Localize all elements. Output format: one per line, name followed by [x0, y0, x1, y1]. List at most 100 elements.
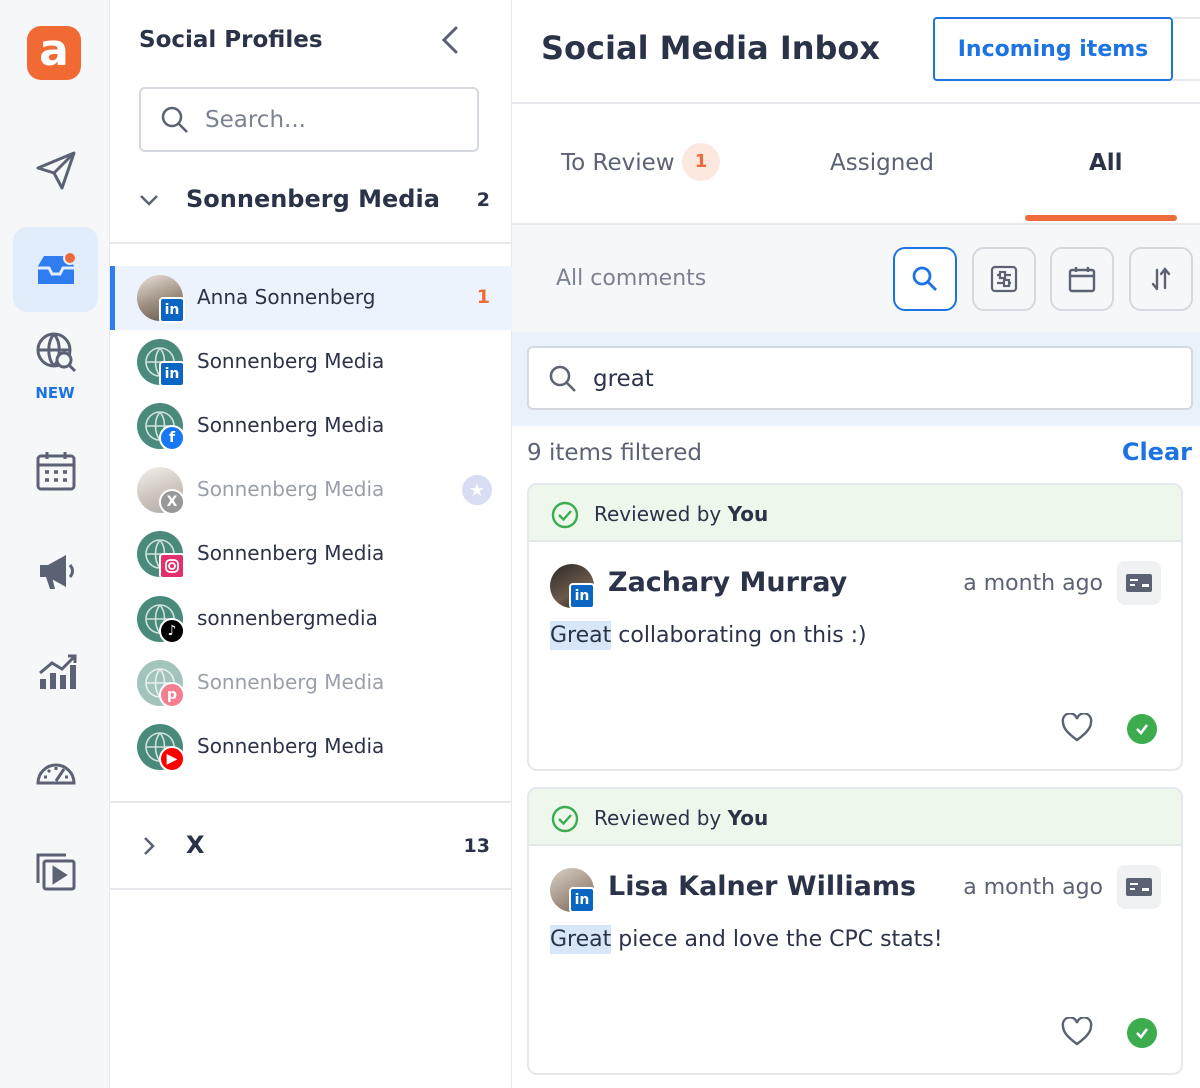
profile-name: Anna Sonnenberg — [197, 285, 376, 309]
heart-icon[interactable] — [1061, 1017, 1093, 1047]
profile-name: Sonnenberg Media — [197, 670, 385, 694]
profile-group-x[interactable]: X 13 — [110, 817, 512, 877]
group-count: 13 — [463, 835, 490, 857]
profile-item-linkedin[interactable]: in Sonnenberg Media — [110, 330, 512, 394]
profile-name: Sonnenberg Media — [197, 413, 385, 437]
review-status-text: Reviewed by You — [594, 806, 769, 830]
profile-item-pinterest[interactable]: p Sonnenberg Media — [110, 651, 512, 715]
calendar-icon — [1068, 267, 1096, 293]
comment-author[interactable]: Lisa Kalner Williams — [608, 871, 916, 902]
profile-search-field — [139, 87, 479, 152]
group-name: Sonnenberg Media — [186, 185, 440, 213]
filter-toolbar: All comments — [512, 225, 1200, 332]
listening-nav-icon[interactable] — [13, 322, 98, 382]
chevron-right-icon — [144, 837, 155, 855]
date-filter-button[interactable] — [1050, 247, 1114, 311]
comment-text: Great piece and love the CPC stats! — [550, 925, 943, 954]
profile-item-facebook[interactable]: f Sonnenberg Media — [110, 394, 512, 458]
check-circle-icon — [551, 501, 579, 529]
reviewed-check-icon[interactable] — [1127, 1018, 1157, 1048]
comment-search-field — [527, 346, 1193, 410]
profile-item-youtube[interactable]: ▶ Sonnenberg Media — [110, 715, 512, 779]
sort-button[interactable] — [1129, 247, 1193, 311]
active-tab-indicator — [1025, 215, 1177, 221]
search-icon — [549, 365, 576, 392]
search-toggle-button[interactable] — [893, 247, 957, 311]
group-name: X — [186, 831, 205, 859]
calendar-nav-icon[interactable] — [13, 428, 98, 513]
avatar: ▶ — [137, 724, 185, 772]
profile-item-tiktok[interactable]: ♪ sonnenbergmedia — [110, 587, 512, 651]
analytics-nav-icon[interactable] — [13, 628, 98, 713]
to-review-badge: 1 — [682, 143, 720, 181]
main-nav-rail: a NEW — [0, 0, 110, 1088]
social-profiles-panel: Social Profiles Sonnenberg Media 2 in An… — [110, 0, 512, 1088]
divider — [110, 242, 512, 244]
dashboard-nav-icon[interactable] — [13, 728, 98, 813]
divider — [110, 888, 512, 890]
incoming-items-button[interactable]: Incoming items — [933, 17, 1173, 81]
review-status-text: Reviewed by You — [594, 502, 769, 526]
new-feature-label: NEW — [35, 384, 75, 402]
tab-assigned[interactable]: Assigned — [830, 150, 934, 176]
avatar: X — [137, 467, 185, 515]
comment-search-input[interactable] — [593, 360, 1153, 398]
publish-nav-icon[interactable] — [13, 127, 98, 212]
profile-item-anna-linkedin[interactable]: in Anna Sonnenberg 1 — [110, 266, 512, 330]
comment-filter-label[interactable]: All comments — [556, 266, 706, 291]
campaigns-nav-icon[interactable] — [13, 528, 98, 613]
profile-search-input[interactable] — [205, 101, 465, 139]
filter-settings-button[interactable] — [972, 247, 1036, 311]
media-library-nav-icon[interactable] — [13, 828, 98, 913]
next-button-edge[interactable] — [1172, 17, 1200, 81]
collapse-panel-button[interactable] — [436, 22, 466, 58]
avatar: ♪ — [137, 596, 185, 644]
avatar: in — [550, 868, 595, 913]
review-status-bar: Reviewed by You — [529, 485, 1181, 542]
divider — [512, 102, 1200, 104]
sliders-icon — [990, 265, 1018, 293]
heart-icon[interactable] — [1061, 713, 1093, 743]
star-icon[interactable]: ★ — [462, 475, 492, 505]
details-card-icon[interactable] — [1117, 865, 1161, 909]
comment-author[interactable]: Zachary Murray — [608, 567, 847, 598]
profile-name: sonnenbergmedia — [197, 606, 378, 630]
avatar: in — [137, 275, 185, 323]
pinterest-icon: p — [159, 682, 185, 708]
inbox-nav-icon[interactable] — [13, 227, 98, 312]
comment-time: a month ago — [963, 875, 1103, 900]
inbox-main: Social Media Inbox Incoming items To Rev… — [512, 0, 1200, 1088]
facebook-icon: f — [159, 425, 185, 451]
comment-search-strip — [512, 332, 1200, 426]
app-logo[interactable]: a — [27, 26, 81, 80]
comment-card[interactable]: Reviewed by You in Zachary Murray a mont… — [527, 483, 1183, 771]
review-status-bar: Reviewed by You — [529, 789, 1181, 846]
profile-name: Sonnenberg Media — [197, 734, 385, 758]
details-card-icon[interactable] — [1117, 561, 1161, 605]
comment-card[interactable]: Reviewed by You in Lisa Kalner Williams … — [527, 787, 1183, 1075]
instagram-icon — [159, 553, 185, 579]
tab-all[interactable]: All — [1089, 150, 1123, 176]
tiktok-icon: ♪ — [159, 618, 185, 644]
avatar: f — [137, 403, 185, 451]
search-icon — [912, 266, 937, 291]
profile-item-x[interactable]: X Sonnenberg Media ★ — [110, 458, 512, 522]
avatar: in — [550, 564, 595, 609]
tab-to-review[interactable]: To Review — [561, 150, 675, 176]
profiles-title: Social Profiles — [139, 27, 323, 53]
clear-filter-link[interactable]: Clear — [1122, 438, 1192, 466]
profile-name: Sonnenberg Media — [197, 477, 385, 501]
sort-icon — [1151, 267, 1171, 291]
profile-item-instagram[interactable]: Sonnenberg Media — [110, 522, 512, 586]
avatar: p — [137, 660, 185, 708]
linkedin-icon: in — [159, 361, 185, 387]
linkedin-icon: in — [159, 297, 185, 323]
profile-group-sonnenberg-media[interactable]: Sonnenberg Media 2 — [110, 171, 512, 231]
profile-name: Sonnenberg Media — [197, 349, 385, 373]
chevron-down-icon — [140, 195, 158, 206]
group-count: 2 — [476, 189, 490, 211]
linkedin-icon: in — [569, 887, 595, 913]
x-icon: X — [159, 489, 185, 515]
youtube-icon: ▶ — [159, 746, 185, 772]
reviewed-check-icon[interactable] — [1127, 714, 1157, 744]
